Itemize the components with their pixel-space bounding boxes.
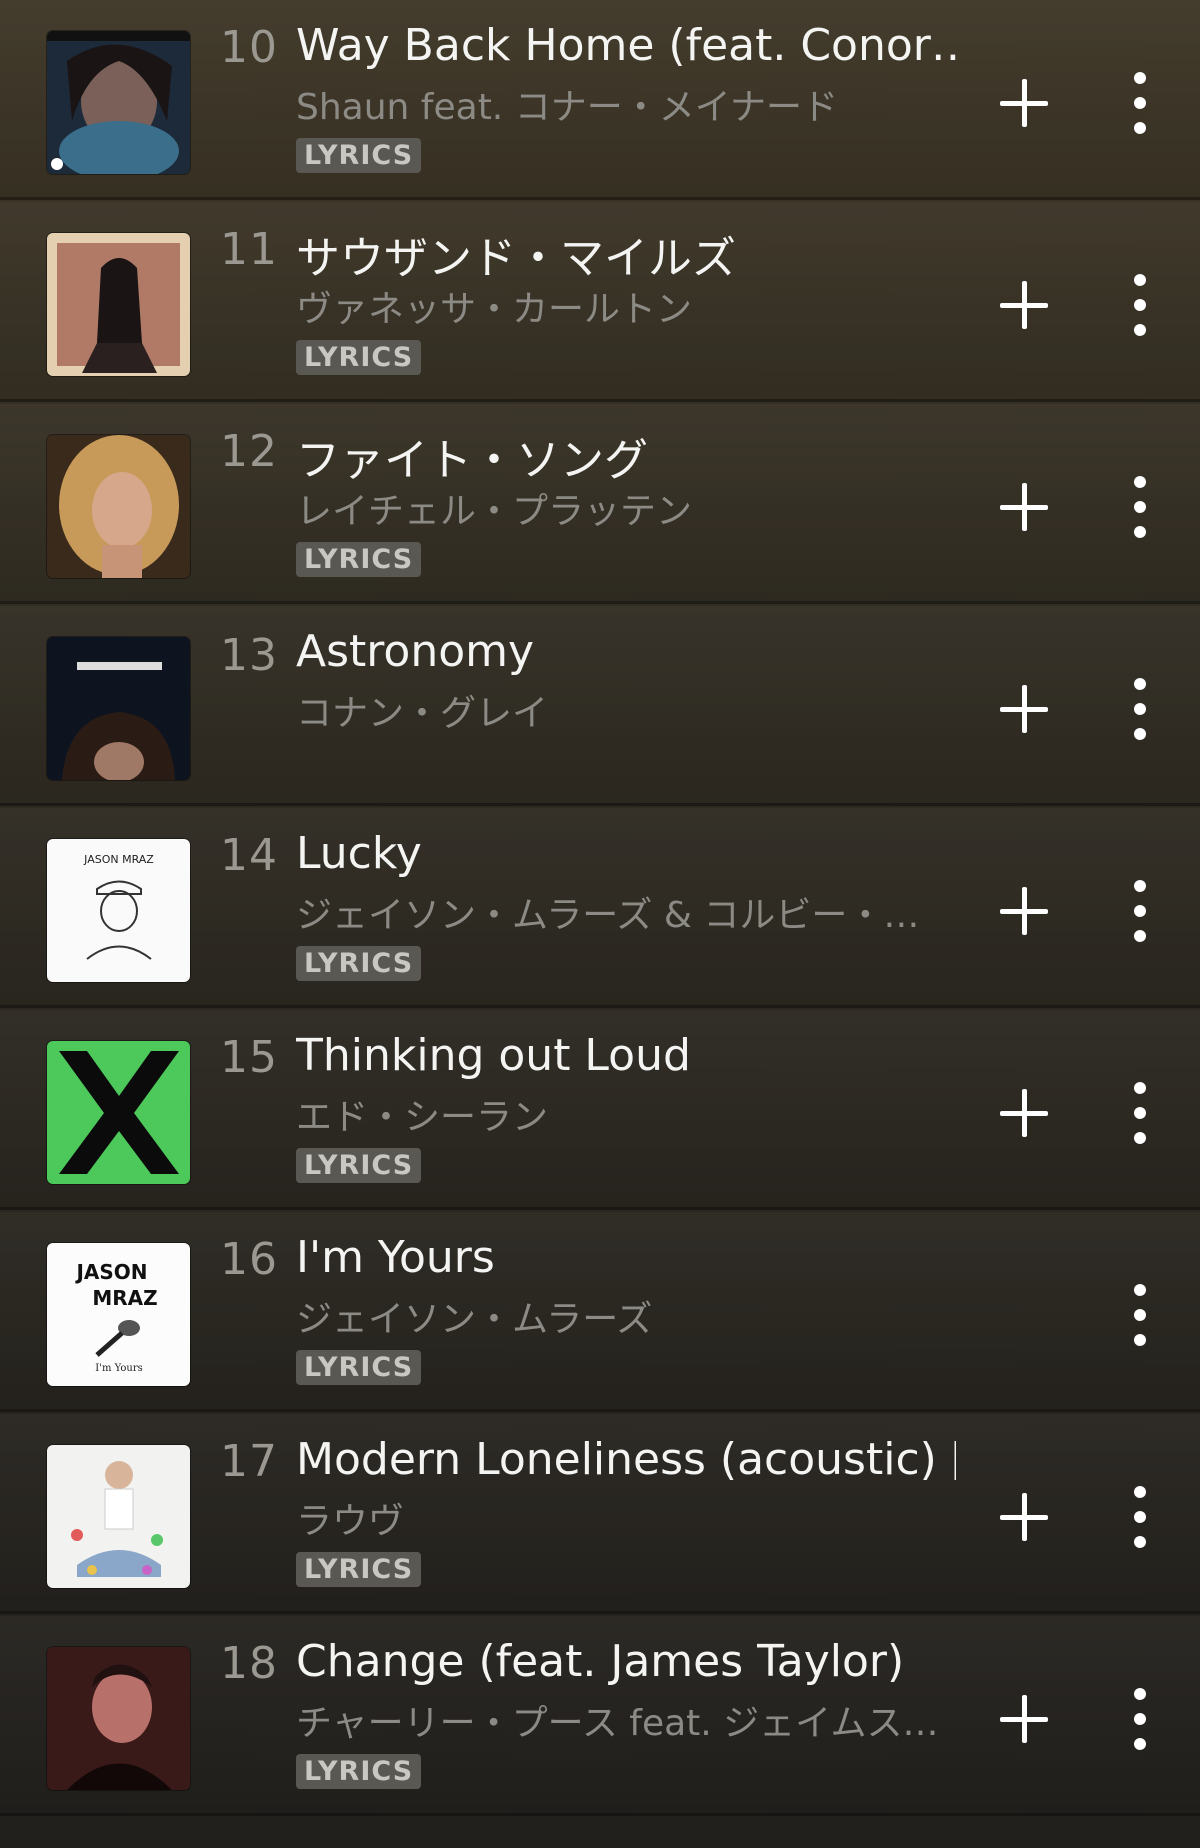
- track-title[interactable]: Lucky: [296, 828, 956, 879]
- more-options-icon[interactable]: [1125, 474, 1155, 540]
- add-icon[interactable]: [998, 1087, 1050, 1139]
- album-art[interactable]: [47, 435, 190, 578]
- lyrics-badge: LYRICS: [296, 1754, 422, 1789]
- more-options-icon[interactable]: [1125, 676, 1155, 742]
- lyrics-badge: LYRICS: [296, 138, 422, 173]
- more-options-icon[interactable]: [1125, 1686, 1155, 1752]
- album-art[interactable]: [47, 637, 190, 780]
- track-number: 11: [220, 224, 278, 275]
- lyrics-badge: LYRICS: [296, 340, 422, 375]
- more-options-icon[interactable]: [1125, 1282, 1155, 1348]
- more-options-icon[interactable]: [1125, 1080, 1155, 1146]
- track-artist[interactable]: コナン・グレイ: [296, 684, 956, 736]
- track-title[interactable]: ファイト・ソング: [296, 424, 956, 488]
- album-art[interactable]: [47, 31, 190, 174]
- track-row[interactable]: 18 Change (feat. James Taylor) チャーリー・プース…: [0, 1616, 1200, 1816]
- track-row[interactable]: 13 Astronomy コナン・グレイ: [0, 606, 1200, 806]
- album-art[interactable]: JASON MRAZ: [47, 839, 190, 982]
- track-artist[interactable]: ヴァネッサ・カールトン: [296, 280, 956, 332]
- track-list: 10 Way Back Home (feat. Conor… Shaun fea…: [0, 0, 1200, 1848]
- track-title[interactable]: Change (feat. James Taylor): [296, 1636, 956, 1687]
- track-number: 15: [220, 1032, 278, 1083]
- album-art[interactable]: [47, 1647, 190, 1790]
- lyrics-badge: LYRICS: [296, 946, 422, 981]
- track-number: 10: [220, 22, 278, 73]
- track-number: 13: [220, 630, 278, 681]
- track-artist[interactable]: ラウヴ: [296, 1492, 956, 1544]
- lyrics-badge: LYRICS: [296, 1350, 422, 1385]
- add-icon[interactable]: [998, 279, 1050, 331]
- track-row[interactable]: 10 Way Back Home (feat. Conor… Shaun fea…: [0, 0, 1200, 200]
- album-art[interactable]: [47, 233, 190, 376]
- add-icon[interactable]: [998, 481, 1050, 533]
- track-number: 14: [220, 830, 278, 881]
- track-artist[interactable]: Shaun feat. コナー・メイナード: [296, 78, 956, 130]
- lyrics-badge: LYRICS: [296, 542, 422, 577]
- album-art[interactable]: [47, 1445, 190, 1588]
- track-artist[interactable]: ジェイソン・ムラーズ: [296, 1290, 956, 1342]
- track-number: 17: [220, 1436, 278, 1487]
- track-number: 16: [220, 1234, 278, 1285]
- album-art-text: JASON MRAZ: [83, 853, 154, 866]
- track-title[interactable]: サウザンド・マイルズ: [296, 222, 956, 286]
- more-options-icon[interactable]: [1125, 1484, 1155, 1550]
- album-art-text: JASON: [74, 1260, 147, 1284]
- track-number: 18: [220, 1638, 278, 1689]
- track-artist[interactable]: レイチェル・プラッテン: [296, 482, 956, 534]
- lyrics-badge: LYRICS: [296, 1148, 422, 1183]
- album-art[interactable]: [47, 1041, 190, 1184]
- add-icon[interactable]: [998, 885, 1050, 937]
- track-row[interactable]: 11 サウザンド・マイルズ ヴァネッサ・カールトン LYRICS: [0, 202, 1200, 402]
- lyrics-badge: LYRICS: [296, 1552, 422, 1587]
- track-row[interactable]: JASON MRAZ I'm Yours 16 I'm Yours ジェイソン・…: [0, 1212, 1200, 1412]
- more-options-icon[interactable]: [1125, 272, 1155, 338]
- track-row[interactable]: JASON MRAZ 14 Lucky ジェイソン・ムラーズ & コルビー・… …: [0, 808, 1200, 1008]
- album-art-text: MRAZ: [92, 1286, 157, 1310]
- add-icon[interactable]: [998, 1491, 1050, 1543]
- track-artist[interactable]: チャーリー・プース feat. ジェイムス…: [296, 1694, 956, 1746]
- track-row[interactable]: 12 ファイト・ソング レイチェル・プラッテン LYRICS: [0, 404, 1200, 604]
- track-title[interactable]: I'm Yours: [296, 1232, 956, 1283]
- add-icon[interactable]: [998, 1693, 1050, 1745]
- more-options-icon[interactable]: [1125, 878, 1155, 944]
- album-art[interactable]: JASON MRAZ I'm Yours: [47, 1243, 190, 1386]
- add-icon[interactable]: [998, 77, 1050, 129]
- track-artist[interactable]: ジェイソン・ムラーズ & コルビー・…: [296, 886, 956, 938]
- track-title[interactable]: Thinking out Loud: [296, 1030, 956, 1081]
- track-title[interactable]: Way Back Home (feat. Conor…: [296, 20, 956, 71]
- track-title[interactable]: Astronomy: [296, 626, 956, 677]
- more-options-icon[interactable]: [1125, 70, 1155, 136]
- track-row[interactable]: 17 Modern Loneliness (acoustic) [… ラウヴ L…: [0, 1414, 1200, 1614]
- album-art-text: I'm Yours: [95, 1363, 142, 1374]
- track-artist[interactable]: エド・シーラン: [296, 1088, 956, 1140]
- add-icon[interactable]: [998, 683, 1050, 735]
- track-title[interactable]: Modern Loneliness (acoustic) […: [296, 1434, 956, 1485]
- track-row[interactable]: 15 Thinking out Loud エド・シーラン LYRICS: [0, 1010, 1200, 1210]
- track-number: 12: [220, 426, 278, 477]
